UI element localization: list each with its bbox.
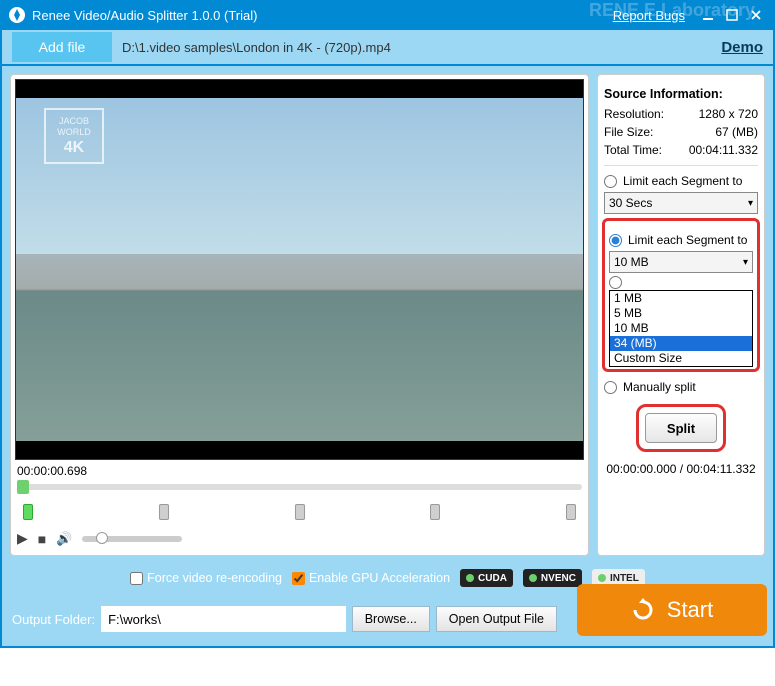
limit-size-group-highlight: Limit each Segment to 10 MB▾ 1 MB5 MB10 … (602, 218, 760, 372)
size-option[interactable]: 34 (MB) (610, 336, 752, 351)
stop-button[interactable]: ■ (38, 531, 46, 547)
size-option[interactable]: 10 MB (610, 321, 752, 336)
titlebar: Renee Video/Audio Splitter 1.0.0 (Trial)… (0, 0, 775, 30)
timeline[interactable] (15, 482, 584, 526)
minimize-button[interactable] (697, 6, 719, 24)
segment-marker[interactable] (159, 504, 169, 520)
volume-icon[interactable]: 🔊 (56, 531, 72, 547)
limit-size-dropdown-list[interactable]: 1 MB5 MB10 MB34 (MB)Custom Size (609, 290, 753, 367)
segment-marker[interactable] (23, 504, 33, 520)
gpu-accel-checkbox[interactable]: Enable GPU Acceleration (292, 571, 450, 585)
resolution-label: Resolution: (604, 107, 664, 121)
limit-time-label: Limit each Segment to (623, 174, 742, 188)
filesize-label: File Size: (604, 125, 653, 139)
volume-slider[interactable] (82, 536, 182, 542)
toolbar: Add file D:\1.video samples\London in 4K… (0, 30, 775, 66)
browse-button[interactable]: Browse... (352, 606, 430, 632)
time-total: 00:00:00.000 / 00:04:11.332 (604, 462, 758, 476)
segment-marker[interactable] (566, 504, 576, 520)
left-column: JACOB WORLD 4K 00:00:00.698 ▶ ■ 🔊 (10, 74, 589, 556)
chevron-down-icon: ▾ (743, 257, 748, 268)
split-button-highlight: Split (636, 404, 726, 452)
chevron-down-icon: ▾ (748, 198, 753, 209)
start-button[interactable]: Start (577, 584, 767, 636)
output-folder-input[interactable] (101, 606, 346, 632)
size-option[interactable]: 5 MB (610, 306, 752, 321)
manual-split-option[interactable]: Manually split (604, 380, 758, 394)
manual-split-radio[interactable] (604, 381, 617, 394)
cuda-badge: CUDA (460, 569, 513, 587)
play-button[interactable]: ▶ (17, 530, 28, 547)
main-area: JACOB WORLD 4K 00:00:00.698 ▶ ■ 🔊 Source… (0, 66, 775, 564)
manual-split-label: Manually split (623, 380, 696, 394)
limit-size-option[interactable]: Limit each Segment to (609, 233, 753, 247)
playback-controls: ▶ ■ 🔊 (15, 526, 584, 551)
limit-time-radio[interactable] (604, 175, 617, 188)
split-button[interactable]: Split (645, 413, 717, 443)
segment-marker[interactable] (295, 504, 305, 520)
open-output-button[interactable]: Open Output File (436, 606, 557, 632)
totaltime-value: 00:04:11.332 (689, 143, 758, 157)
nvenc-badge: NVENC (523, 569, 582, 587)
right-panel: Source Information: Resolution: 1280 x 72… (597, 74, 765, 556)
limit-size-radio[interactable] (609, 234, 622, 247)
unnamed-radio[interactable] (609, 276, 622, 289)
timecode: 00:00:00.698 (15, 460, 584, 482)
totaltime-label: Total Time: (604, 143, 662, 157)
force-reencode-checkbox[interactable]: Force video re-encoding (130, 571, 282, 585)
size-option[interactable]: Custom Size (610, 351, 752, 366)
app-title: Renee Video/Audio Splitter 1.0.0 (Trial) (32, 8, 613, 23)
third-radio-option[interactable] (609, 276, 753, 289)
limit-time-dropdown[interactable]: 30 Secs▾ (604, 192, 758, 214)
segment-marker[interactable] (430, 504, 440, 520)
demo-link[interactable]: Demo (721, 39, 763, 56)
bottom-bar: Output Folder: Browse... Open Output Fil… (0, 592, 775, 648)
source-info-heading: Source Information: (604, 87, 758, 101)
add-file-button[interactable]: Add file (12, 32, 112, 62)
limit-size-dropdown[interactable]: 10 MB▾ (609, 251, 753, 273)
maximize-button[interactable] (721, 6, 743, 24)
output-folder-label: Output Folder: (12, 612, 95, 627)
size-option[interactable]: 1 MB (610, 291, 752, 306)
close-button[interactable] (745, 6, 767, 24)
limit-time-option[interactable]: Limit each Segment to (604, 174, 758, 188)
refresh-icon (631, 598, 655, 622)
resolution-value: 1280 x 720 (699, 107, 758, 121)
report-bugs-link[interactable]: Report Bugs (613, 8, 685, 23)
limit-size-label: Limit each Segment to (628, 233, 747, 247)
app-icon (8, 6, 26, 24)
video-preview[interactable]: JACOB WORLD 4K (15, 79, 584, 460)
video-watermark: JACOB WORLD 4K (44, 108, 104, 164)
file-path-label: D:\1.video samples\London in 4K - (720p)… (112, 40, 721, 55)
filesize-value: 67 (MB) (715, 125, 758, 139)
